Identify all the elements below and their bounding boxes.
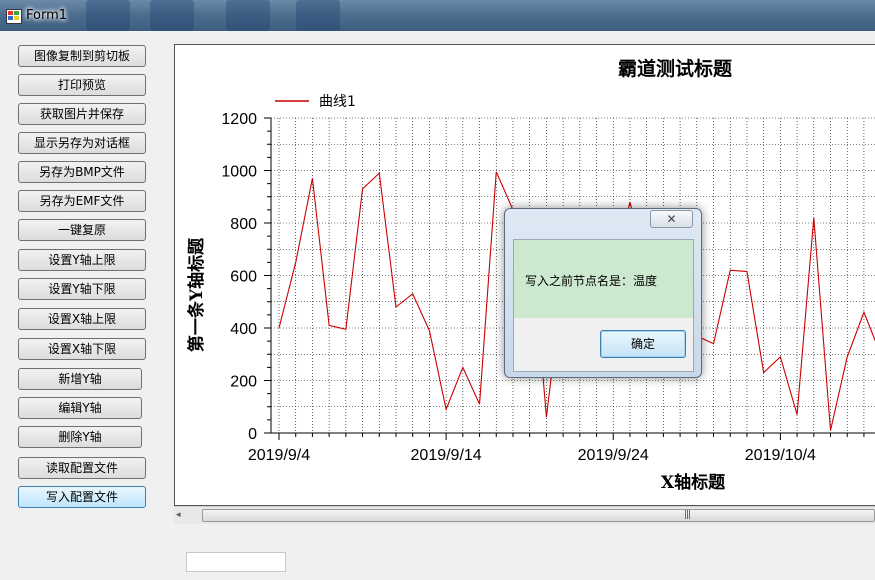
side-button-3[interactable]: 显示另存为对话框 [18,132,146,154]
side-button-2[interactable]: 获取图片并保存 [18,103,146,125]
y-tick-label: 1200 [221,111,257,128]
bottom-text-field[interactable] [186,552,286,572]
legend-label: 曲线1 [319,94,356,110]
side-button-11[interactable]: 新增Y轴 [18,368,142,390]
ok-button[interactable]: 确定 [600,330,686,358]
y-tick-label: 400 [230,321,257,338]
dialog-body: 写入之前节点名是：温度 确定 [513,239,694,372]
x-tick-label: 2019/9/4 [248,447,310,464]
horizontal-scrollbar[interactable]: ◂ ||| [174,506,875,524]
side-button-6[interactable]: 一键复原 [18,219,146,241]
close-icon[interactable]: ✕ [650,210,693,228]
y-tick-label: 200 [230,374,257,391]
side-button-4[interactable]: 另存为BMP文件 [18,161,146,183]
side-button-7[interactable]: 设置Y轴上限 [18,249,146,271]
window-title: Form1 [26,8,68,23]
side-button-13[interactable]: 删除Y轴 [18,426,142,448]
side-button-5[interactable]: 另存为EMF文件 [18,190,146,212]
dialog-message: 写入之前节点名是：温度 [525,274,658,288]
side-button-14[interactable]: 读取配置文件 [18,457,146,479]
x-axis-title: X轴标题 [661,472,726,493]
side-button-1[interactable]: 打印预览 [18,74,146,96]
y-tick-label: 600 [230,269,257,286]
message-dialog[interactable]: ✕ 写入之前节点名是：温度 确定 [504,208,702,378]
y-tick-label: 0 [248,426,257,443]
scrollbar-thumb[interactable]: ||| [202,509,875,522]
side-button-10[interactable]: 设置X轴下限 [18,338,146,360]
x-tick-label: 2019/9/14 [411,447,482,464]
side-button-8[interactable]: 设置Y轴下限 [18,278,146,300]
x-tick-label: 2019/10/4 [745,447,816,464]
x-tick-label: 2019/9/24 [578,447,649,464]
side-button-0[interactable]: 图像复制到剪切板 [18,45,146,67]
side-button-12[interactable]: 编辑Y轴 [18,397,142,419]
side-button-15[interactable]: 写入配置文件 [18,486,146,508]
y-tick-label: 1000 [221,164,257,181]
scroll-left-arrow-icon[interactable]: ◂ [176,510,181,520]
grip-icon: ||| [684,510,691,520]
window-titlebar[interactable]: Form1 [0,0,875,31]
y-axis-title: 第一条Y轴标题 [186,237,207,352]
side-button-9[interactable]: 设置X轴上限 [18,308,146,330]
dialog-message-area: 写入之前节点名是：温度 [514,240,693,318]
app-icon [6,9,22,24]
chart-title: 霸道测试标题 [618,57,732,80]
y-tick-label: 800 [230,216,257,233]
